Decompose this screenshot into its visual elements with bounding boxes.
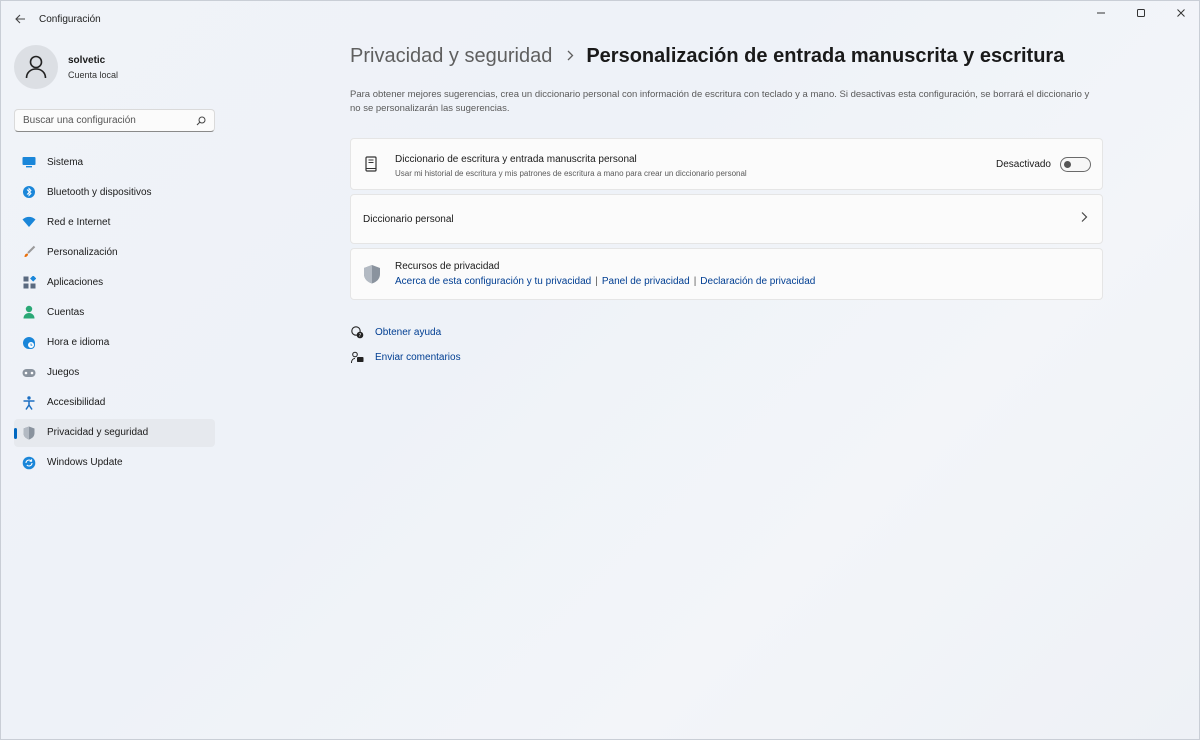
dictionary-setting-card: Diccionario de escritura y entrada manus…	[350, 138, 1103, 190]
shield-icon	[22, 426, 36, 440]
dictionary-book-icon	[365, 156, 377, 177]
breadcrumb-parent[interactable]: Privacidad y seguridad	[350, 45, 552, 68]
get-help-link[interactable]: ? Obtener ayuda	[350, 325, 441, 339]
sidebar-item-aplicaciones[interactable]: Aplicaciones	[14, 268, 215, 296]
sidebar-item-label: Red e Internet	[47, 216, 111, 228]
help-chat-icon: ?	[350, 325, 364, 339]
privacy-statement-link[interactable]: Declaración de privacidad	[700, 276, 815, 287]
sidebar-item-label: Aplicaciones	[47, 276, 104, 288]
clock-globe-icon	[22, 336, 36, 350]
bluetooth-icon	[22, 185, 36, 199]
sidebar-item-sistema[interactable]: Sistema	[14, 148, 215, 176]
minimize-button[interactable]	[1081, 1, 1121, 25]
gamepad-icon	[22, 366, 36, 380]
maximize-icon	[1137, 9, 1145, 17]
close-button[interactable]	[1161, 1, 1199, 25]
link-separator: |	[595, 276, 598, 287]
sidebar-item-privacidad[interactable]: Privacidad y seguridad	[14, 418, 215, 447]
send-feedback-link[interactable]: Enviar comentarios	[350, 350, 461, 364]
window-controls	[1081, 1, 1199, 25]
page-title: Personalización de entrada manuscrita y …	[586, 45, 1065, 67]
sidebar-item-label: Bluetooth y dispositivos	[47, 186, 152, 198]
avatar	[14, 45, 58, 89]
privacy-resources-card: Recursos de privacidad Acerca de esta co…	[350, 248, 1103, 300]
page-description: Para obtener mejores sugerencias, crea u…	[350, 89, 1090, 114]
sidebar-nav: Sistema Bluetooth y dispositivos Red e I…	[14, 148, 215, 479]
sidebar-item-windows-update[interactable]: Windows Update	[14, 449, 215, 477]
brush-icon	[22, 245, 36, 259]
dictionary-setting-subtitle: Usar mi historial de escritura y mis pat…	[395, 169, 747, 178]
apps-icon	[22, 275, 36, 289]
person-avatar-icon	[25, 55, 47, 79]
title-bar: Configuración	[1, 1, 1199, 37]
breadcrumb-chevron-icon	[566, 48, 574, 65]
privacy-dashboard-link[interactable]: Panel de privacidad	[602, 276, 690, 287]
app-title: Configuración	[39, 13, 101, 25]
settings-window: Configuración solvetic Cuenta local Busc…	[0, 0, 1200, 740]
svg-text:?: ?	[358, 332, 361, 338]
close-icon	[1177, 9, 1185, 17]
sidebar-item-label: Hora e idioma	[47, 337, 110, 349]
send-feedback-label: Enviar comentarios	[375, 351, 461, 363]
chevron-right-icon	[1080, 211, 1088, 226]
personal-dictionary-card[interactable]: Diccionario personal	[350, 194, 1103, 244]
minimize-icon	[1097, 12, 1105, 14]
sidebar-item-juegos[interactable]: Juegos	[14, 359, 215, 387]
breadcrumb: Privacidad y seguridad Personalización d…	[350, 45, 1064, 68]
feedback-icon	[350, 350, 364, 364]
sidebar-item-label: Accesibilidad	[47, 397, 106, 409]
privacy-resources-title: Recursos de privacidad	[395, 261, 500, 272]
toggle-state-label: Desactivado	[995, 159, 1051, 170]
shield-icon	[363, 264, 381, 289]
dictionary-setting-title: Diccionario de escritura y entrada manus…	[395, 154, 637, 165]
get-help-label: Obtener ayuda	[375, 326, 442, 338]
search-icon[interactable]	[196, 116, 206, 126]
sidebar-item-label: Juegos	[47, 367, 80, 379]
sidebar-item-hora-idioma[interactable]: Hora e idioma	[14, 329, 215, 357]
profile-account-type: Cuenta local	[68, 69, 119, 80]
sidebar-item-cuentas[interactable]: Cuentas	[14, 298, 215, 326]
search-input[interactable]	[23, 115, 196, 126]
sidebar-item-personalizacion[interactable]: Personalización	[14, 238, 215, 266]
about-privacy-link[interactable]: Acerca de esta configuración y tu privac…	[395, 276, 591, 287]
profile-name: solvetic	[68, 54, 106, 66]
sidebar-item-label: Cuentas	[47, 306, 85, 318]
sidebar-item-label: Personalización	[47, 246, 118, 258]
wifi-icon	[22, 215, 36, 229]
sidebar-item-accesibilidad[interactable]: Accesibilidad	[14, 389, 215, 417]
system-icon	[22, 155, 36, 169]
sidebar-item-label: Privacidad y seguridad	[47, 427, 149, 439]
search-box	[14, 109, 215, 132]
sidebar-item-red[interactable]: Red e Internet	[14, 208, 215, 236]
privacy-links: Acerca de esta configuración y tu privac…	[395, 276, 815, 287]
user-profile[interactable]: solvetic Cuenta local	[14, 45, 118, 89]
accessibility-icon	[22, 396, 36, 410]
person-icon	[22, 305, 36, 319]
link-separator: |	[693, 276, 697, 287]
personal-dictionary-title: Diccionario personal	[363, 214, 454, 225]
update-icon	[22, 456, 36, 470]
toggle-knob	[1064, 161, 1071, 168]
sidebar-item-label: Sistema	[47, 156, 84, 168]
back-arrow-icon	[14, 14, 25, 24]
dictionary-toggle-switch[interactable]	[1060, 157, 1091, 172]
sidebar-item-label: Windows Update	[47, 457, 123, 469]
sidebar-item-bluetooth[interactable]: Bluetooth y dispositivos	[14, 178, 215, 206]
back-button[interactable]	[2, 1, 38, 37]
maximize-button[interactable]	[1121, 1, 1161, 25]
